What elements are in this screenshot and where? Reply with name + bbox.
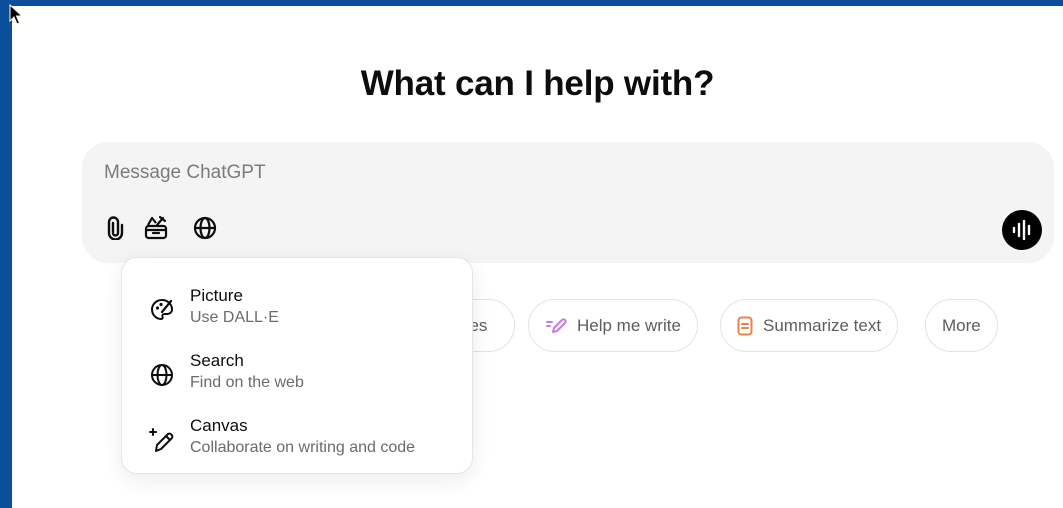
suggestion-chip-summarize-text[interactable]: Summarize text — [720, 299, 899, 352]
attach-button[interactable] — [102, 215, 128, 241]
tools-menu-item-canvas[interactable]: Canvas Collaborate on writing and code — [122, 410, 472, 470]
mouse-cursor-icon — [9, 4, 23, 25]
tools-button[interactable] — [143, 215, 169, 241]
globe-icon — [193, 216, 217, 240]
message-composer — [82, 142, 1054, 263]
voice-mode-button[interactable] — [1002, 210, 1042, 250]
menu-item-label: Picture — [190, 286, 243, 305]
chatgpt-page: What can I help with? Message ChatGPT ge… — [12, 6, 1063, 508]
suggestion-chip-label: More — [942, 315, 981, 335]
menu-item-sublabel: Collaborate on writing and code — [190, 439, 416, 456]
globe-icon — [151, 364, 173, 386]
paperclip-icon — [107, 216, 124, 240]
menu-item-sublabel: Find on the web — [190, 374, 304, 391]
suggestion-chip-help-me-write[interactable]: Help me write — [528, 299, 698, 352]
message-input[interactable] — [104, 162, 804, 184]
pencil-sparkle-icon — [149, 428, 174, 452]
palette-icon — [150, 298, 174, 321]
tools-menu: Picture Use DALL·E Search Find on the we… — [121, 257, 473, 474]
web-search-button[interactable] — [192, 215, 218, 241]
suggestion-chip-label: Summarize text — [763, 315, 882, 335]
toolbox-icon — [144, 215, 168, 240]
menu-item-label: Canvas — [190, 416, 248, 435]
suggestion-chip-more[interactable]: More — [925, 299, 998, 352]
document-icon — [737, 316, 753, 335]
menu-item-label: Search — [190, 351, 244, 370]
tools-menu-item-picture[interactable]: Picture Use DALL·E — [122, 280, 472, 340]
voice-waveform-icon — [1012, 220, 1031, 240]
tools-menu-item-search[interactable]: Search Find on the web — [122, 345, 472, 405]
pen-icon — [546, 317, 567, 333]
suggestion-chip-label: Help me write — [577, 315, 681, 335]
menu-item-sublabel: Use DALL·E — [190, 309, 279, 326]
page-title: What can I help with? — [360, 64, 715, 103]
